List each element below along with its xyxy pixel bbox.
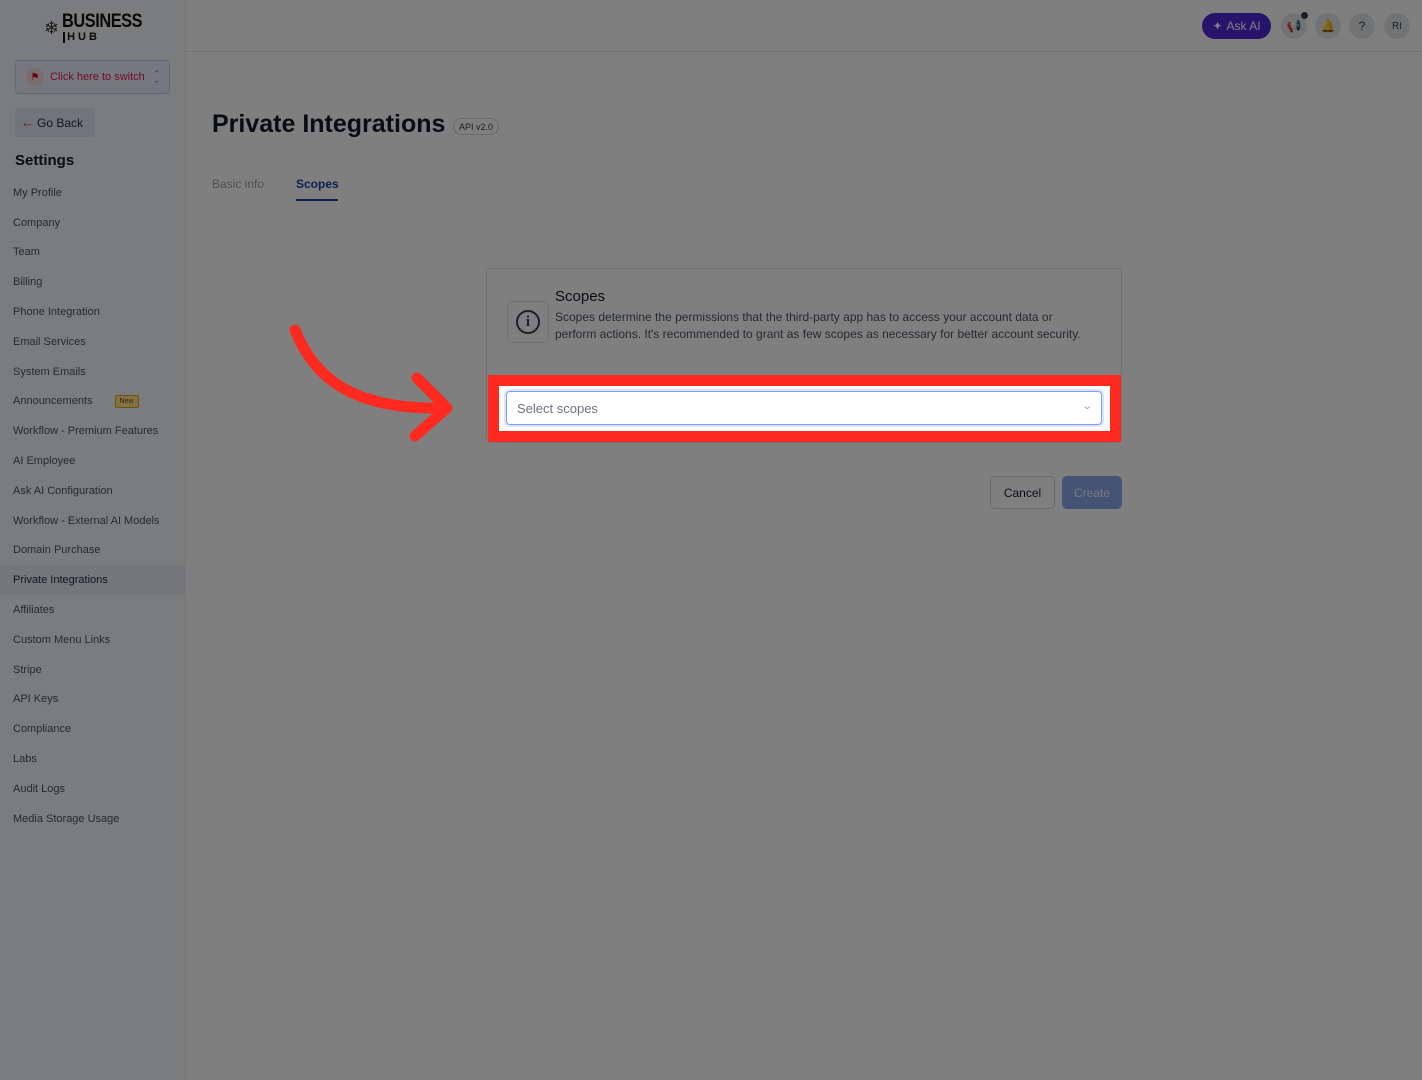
- announcements-button[interactable]: 📢: [1281, 12, 1308, 39]
- pointer-arrow-icon: [289, 324, 453, 442]
- account-icon: ⚑: [26, 68, 44, 86]
- create-button[interactable]: Create: [1062, 476, 1122, 509]
- sidebar-item-labs[interactable]: Labs: [0, 744, 186, 774]
- account-switcher[interactable]: ⚑ Click here to switch ⌃ ⌄: [15, 60, 170, 94]
- help-icon: ?: [1358, 19, 1366, 33]
- megaphone-icon: 📢: [1286, 19, 1302, 33]
- ask-ai-label: Ask AI: [1226, 19, 1261, 33]
- settings-nav: My Profile Company Team Billing Phone In…: [0, 178, 186, 834]
- scopes-description: Scopes determine the permissions that th…: [555, 310, 1081, 341]
- user-avatar[interactable]: RI: [1384, 13, 1410, 39]
- sidebar-item-compliance[interactable]: Compliance: [0, 714, 186, 744]
- sidebar-item-phone-integration[interactable]: Phone Integration: [0, 297, 186, 327]
- scopes-select-highlighted[interactable]: Select scopes ⌄: [506, 391, 1102, 425]
- api-version-badge: API v2.0: [453, 118, 500, 135]
- chevron-updown-icon: ⌃ ⌄: [152, 69, 161, 85]
- account-switcher-label: Click here to switch: [50, 71, 145, 83]
- sidebar-item-domain-purchase[interactable]: Domain Purchase: [0, 536, 186, 566]
- sidebar-item-ai-employee[interactable]: AI Employee: [0, 446, 186, 476]
- go-back-button[interactable]: ← Go Back: [15, 108, 95, 137]
- notifications-button[interactable]: 🔔: [1315, 13, 1341, 39]
- sparkle-icon: ✦: [1212, 19, 1223, 33]
- info-icon-box: i: [507, 301, 549, 343]
- dim-overlay: [0, 0, 1422, 1080]
- tab-scopes[interactable]: Scopes: [296, 177, 339, 191]
- sidebar-item-private-integrations[interactable]: Private Integrations: [0, 565, 186, 596]
- snowflake-logo-icon: ❄: [44, 17, 60, 38]
- sidebar-item-announcements[interactable]: Announcements New: [0, 387, 186, 417]
- sidebar: ❄ BUSINESS HUB ⚑ Click here to switch ⌃ ⌄…: [0, 0, 186, 1080]
- ask-ai-button[interactable]: ✦ Ask AI: [1202, 13, 1271, 39]
- sidebar-item-affiliates[interactable]: Affiliates: [0, 595, 186, 625]
- sidebar-item-email-services[interactable]: Email Services: [0, 327, 186, 357]
- brand-logo[interactable]: ❄ BUSINESS HUB: [44, 12, 155, 43]
- sidebar-item-my-profile[interactable]: My Profile: [0, 178, 186, 208]
- brand-line2: HUB: [63, 32, 155, 43]
- arrow-left-icon: ←: [21, 115, 34, 130]
- brand-line1: BUSINESS: [62, 11, 143, 32]
- sidebar-item-company[interactable]: Company: [0, 208, 186, 238]
- sidebar-item-stripe[interactable]: Stripe: [0, 655, 186, 685]
- sidebar-item-team[interactable]: Team: [0, 238, 186, 268]
- sidebar-item-media-storage-usage[interactable]: Media Storage Usage: [0, 804, 186, 834]
- scopes-select-placeholder-highlighted: Select scopes: [517, 400, 598, 416]
- sidebar-item-audit-logs[interactable]: Audit Logs: [0, 774, 186, 804]
- sidebar-item-system-emails[interactable]: System Emails: [0, 357, 186, 387]
- avatar-initials: RI: [1392, 20, 1402, 32]
- chevron-down-icon: ⌄: [1080, 401, 1093, 412]
- active-tab-indicator: [296, 199, 338, 201]
- go-back-label: Go Back: [37, 115, 84, 130]
- sidebar-item-api-keys[interactable]: API Keys: [0, 685, 186, 715]
- scopes-title: Scopes: [555, 288, 606, 305]
- bell-icon: 🔔: [1320, 19, 1336, 33]
- sidebar-item-ask-ai-config[interactable]: Ask AI Configuration: [0, 476, 186, 506]
- settings-heading: Settings: [15, 152, 75, 169]
- notification-dot: [1301, 12, 1308, 19]
- sidebar-item-custom-menu-links[interactable]: Custom Menu Links: [0, 625, 186, 655]
- help-button[interactable]: ?: [1349, 13, 1375, 39]
- sidebar-item-workflow-external-ai[interactable]: Workflow - External AI Models: [0, 506, 186, 536]
- tab-basic-info[interactable]: Basic info: [212, 177, 264, 191]
- sidebar-item-workflow-premium[interactable]: Workflow - Premium Features: [0, 416, 186, 446]
- cancel-button[interactable]: Cancel: [990, 476, 1055, 509]
- new-badge: New: [114, 394, 139, 408]
- page-title: Private Integrations: [212, 110, 446, 138]
- top-bar: ✦ Ask AI 📢 🔔 ? RI: [186, 0, 1422, 52]
- sidebar-item-billing[interactable]: Billing: [0, 267, 186, 297]
- info-icon: i: [516, 310, 540, 334]
